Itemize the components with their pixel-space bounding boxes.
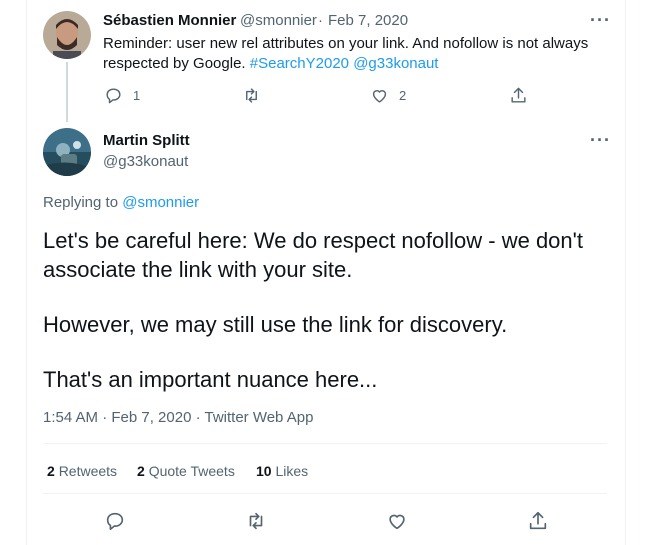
main-more-icon[interactable]: ··· [590,130,611,151]
hashtag-link[interactable]: #SearchY2020 [250,55,349,72]
reply-icon [106,512,124,531]
parent-reply-button[interactable]: 1 [104,86,140,105]
reply-icon [106,88,121,104]
main-author-handle[interactable]: @g33konaut [103,153,188,170]
tweet-meta[interactable]: 1:54 AM · Feb 7, 2020 · Twitter Web App [43,409,313,426]
main-paragraph-3: That's an important nuance here... [43,367,378,392]
divider-bottom [43,493,607,494]
heart-icon [389,514,405,530]
replying-prefix: Replying to [43,194,119,211]
like-button[interactable] [386,510,408,532]
parent-more-icon[interactable]: ··· [590,10,611,31]
share-icon [511,87,526,103]
parent-like-count: 2 [399,88,407,103]
retweet-icon [249,512,263,530]
likes-label: Likes [275,463,309,479]
share-icon [529,511,547,530]
retweet-icon [246,88,257,103]
retweets-count: 2 [47,463,55,479]
main-avatar[interactable] [43,128,91,176]
retweets-label: Retweets [58,463,118,479]
parent-tweet-text: Reminder: user new rel attributes on you… [103,34,603,74]
heart-icon [372,90,387,103]
reply-button[interactable] [104,510,126,532]
main-paragraph-1: Let's be careful here: We do respect nof… [43,228,583,282]
quote-tweets-label: Quote Tweets [148,463,235,479]
main-author-name[interactable]: Martin Splitt [103,132,190,149]
main-tweet-text: Let's be careful here: We do respect nof… [43,226,603,394]
parent-author-name[interactable]: Sébastien Monnier [103,12,236,29]
share-button[interactable] [527,510,549,532]
parent-share-button[interactable] [509,86,528,105]
likes-count: 10 [256,463,272,479]
parent-separator: · [318,12,323,29]
parent-like-button[interactable]: 2 [370,86,406,105]
replying-to: Replying to @smonnier [43,194,199,211]
parent-date[interactable]: Feb 7, 2020 [328,12,408,29]
retweets-stat[interactable]: 2 Retweets [47,463,117,479]
quote-tweets-stat[interactable]: 2 Quote Tweets [137,463,235,479]
main-paragraph-2: However, we may still use the link for d… [43,312,508,337]
parent-retweet-button[interactable] [242,86,261,105]
divider-top [43,443,607,444]
replying-to-link[interactable]: @smonnier [122,194,199,211]
mention-link[interactable]: @g33konaut [353,55,438,72]
parent-reply-count: 1 [133,88,141,103]
parent-avatar[interactable] [43,11,91,59]
likes-stat[interactable]: 10 Likes [256,463,308,479]
parent-author-handle[interactable]: @smonnier [240,12,317,29]
quote-tweets-count: 2 [137,463,145,479]
retweet-button[interactable] [245,510,267,532]
thread-connector [66,62,68,122]
